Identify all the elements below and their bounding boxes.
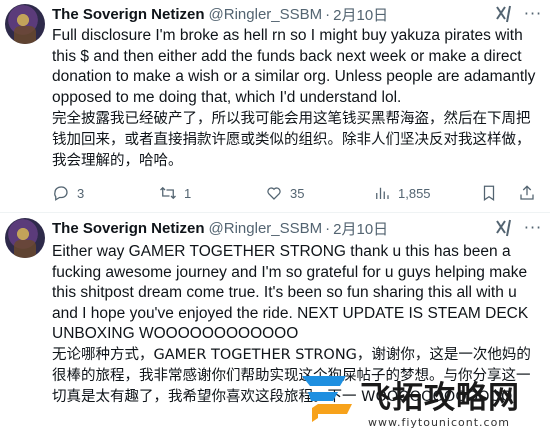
- tweet-header: The Soverign Netizen @Ringler_SSBM · 2月1…: [52, 4, 388, 24]
- tweet-text-english: Full disclosure I'm broke as hell rn so …: [52, 27, 536, 106]
- views-icon: [376, 187, 389, 199]
- watermark-url: www.fiytounicont.com: [368, 416, 511, 429]
- tweet-date[interactable]: 2月10日: [333, 218, 388, 239]
- separator-dot: ·: [325, 5, 331, 23]
- reply-button[interactable]: 3: [52, 184, 84, 202]
- display-name[interactable]: The Soverign Netizen: [52, 6, 205, 23]
- tweet-text-chinese: 完全披露我已经破产了，所以我可能会用这笔钱买黑帮海盗，然后在下周把钱加回来，或者…: [52, 111, 531, 169]
- more-icon[interactable]: ···: [522, 218, 544, 238]
- user-handle[interactable]: @Ringler_SSBM: [209, 220, 323, 237]
- retweet-count: 1: [184, 185, 192, 201]
- share-button[interactable]: [518, 184, 536, 202]
- like-icon: [267, 187, 281, 200]
- bookmark-icon: [483, 185, 495, 201]
- display-name[interactable]: The Soverign Netizen: [52, 220, 205, 237]
- tweet-header: The Soverign Netizen @Ringler_SSBM · 2月1…: [52, 218, 388, 238]
- grok-icon[interactable]: [494, 4, 514, 24]
- reply-count: 3: [77, 185, 85, 201]
- retweet-button[interactable]: 1: [159, 184, 191, 202]
- more-icon[interactable]: ···: [522, 4, 544, 24]
- tweet-text-english: Either way GAMER TOGETHER STRONG thank u…: [52, 243, 529, 342]
- action-bar: 3 1 35 1,855: [52, 183, 542, 203]
- tweet-date[interactable]: 2月10日: [333, 4, 388, 25]
- watermark-brand: 飞拓攻略网: [360, 380, 520, 416]
- site-watermark: 飞拓攻略网 www.fiytounicont.com: [296, 368, 550, 434]
- user-handle[interactable]: @Ringler_SSBM: [209, 6, 323, 23]
- avatar[interactable]: [5, 218, 45, 258]
- separator-dot: ·: [325, 219, 331, 237]
- grok-icon[interactable]: [494, 218, 514, 238]
- like-button[interactable]: 35: [265, 184, 304, 202]
- avatar[interactable]: [5, 4, 45, 44]
- like-count: 35: [290, 185, 305, 201]
- retweet-icon: [160, 186, 176, 200]
- bookmark-button[interactable]: [480, 184, 498, 202]
- share-icon: [520, 185, 534, 200]
- views-button[interactable]: 1,855: [373, 184, 431, 202]
- tweet[interactable]: The Soverign Netizen @Ringler_SSBM · 2月1…: [0, 0, 550, 213]
- watermark-logo-icon: [302, 376, 352, 422]
- reply-icon: [54, 186, 68, 201]
- views-count: 1,855: [398, 185, 431, 201]
